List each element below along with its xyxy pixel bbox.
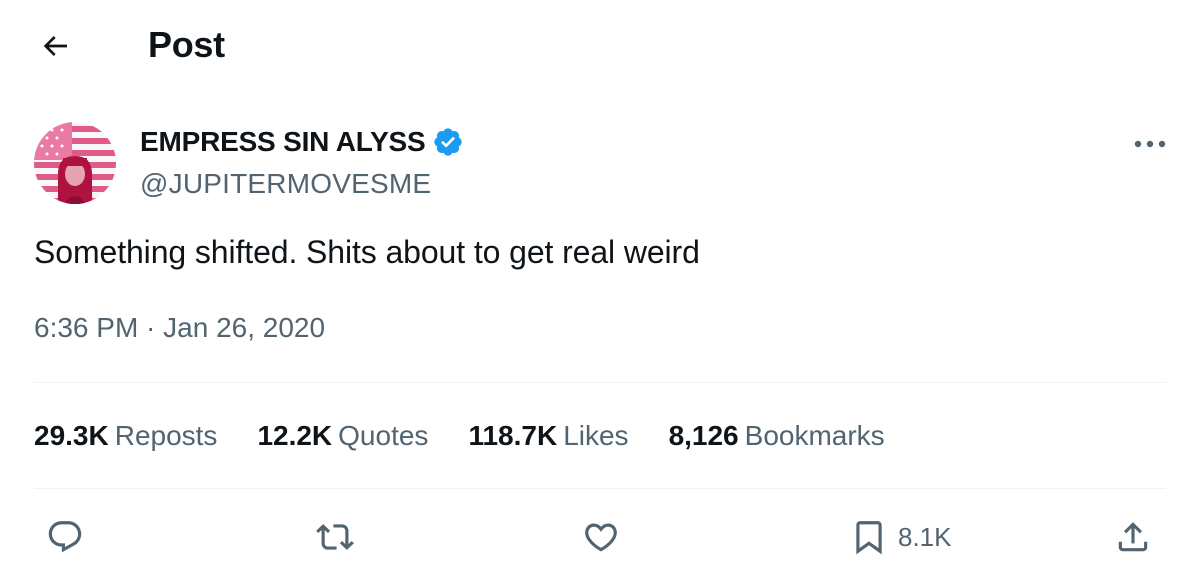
heart-icon — [585, 523, 617, 552]
verified-badge-icon[interactable] — [432, 126, 464, 158]
bookmark-button[interactable]: 8.1K — [850, 518, 952, 556]
stat-label: Bookmarks — [744, 420, 885, 451]
stat-likes[interactable]: 118.7K Likes — [468, 420, 628, 452]
display-name-row: EMPRESS SIN ALYSS — [140, 126, 464, 158]
tweet-text: Something shifted. Shits about to get re… — [34, 234, 700, 270]
like-button[interactable] — [582, 518, 620, 556]
stat-label: Reposts — [114, 420, 218, 451]
action-bar: 8.1K — [0, 506, 1194, 566]
stat-value: 29.3K — [34, 420, 109, 451]
back-button[interactable] — [30, 26, 80, 66]
user-handle[interactable]: @JUPITERMOVESME — [140, 168, 431, 200]
stat-value: 118.7K — [468, 420, 558, 451]
stat-label: Quotes — [338, 420, 429, 451]
top-bar: Post — [0, 0, 1194, 92]
page-title: Post — [148, 24, 225, 65]
engagement-stats: 29.3K Reposts 12.2K Quotes 118.7K Likes 8,1… — [34, 420, 925, 452]
bookmark-icon — [856, 521, 882, 555]
divider — [34, 382, 1166, 383]
bookmark-count: 8.1K — [898, 521, 952, 552]
repost-button[interactable] — [316, 518, 354, 556]
tweet-timestamp[interactable]: 6:36 PM · Jan 26, 2020 — [34, 312, 325, 344]
share-icon — [1118, 522, 1148, 552]
more-options-button[interactable] — [1128, 126, 1172, 162]
share-button[interactable] — [1114, 518, 1152, 556]
stat-value: 8,126 — [668, 420, 739, 451]
tweet-author: EMPRESS SIN ALYSS @JUPITERMOVESME — [34, 122, 1166, 206]
avatar[interactable] — [34, 122, 116, 204]
arrow-left-icon — [43, 36, 67, 56]
stat-value: 12.2K — [257, 420, 333, 451]
stat-reposts[interactable]: 29.3K Reposts — [34, 420, 217, 452]
reply-icon — [48, 521, 82, 553]
display-name[interactable]: EMPRESS SIN ALYSS — [140, 126, 426, 158]
repost-icon — [316, 524, 354, 550]
divider — [34, 488, 1166, 489]
stat-bookmarks[interactable]: 8,126 Bookmarks — [669, 420, 885, 452]
stat-quotes[interactable]: 12.2K Quotes — [257, 420, 428, 452]
more-dots-icon — [1134, 140, 1166, 148]
stat-label: Likes — [563, 420, 629, 451]
reply-button[interactable] — [46, 518, 84, 556]
